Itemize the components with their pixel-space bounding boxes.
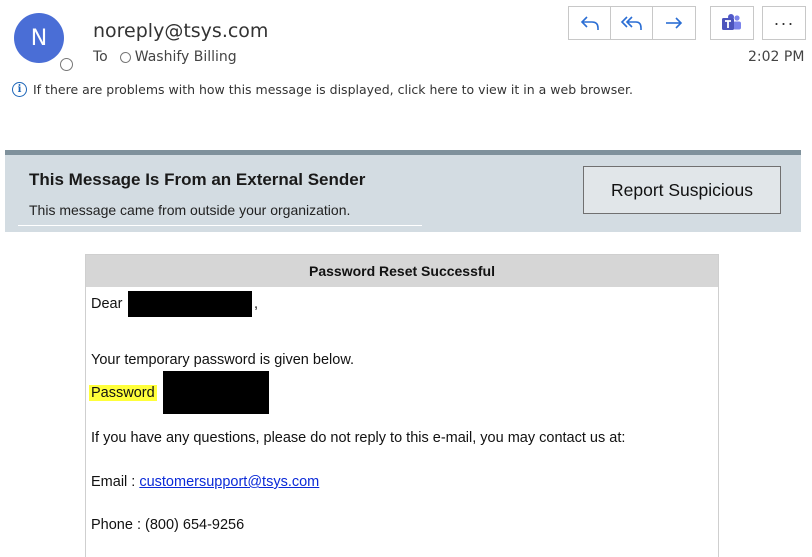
- sender-address[interactable]: noreply@tsys.com: [93, 20, 268, 42]
- received-time: 2:02 PM: [748, 49, 805, 65]
- questions-line: If you have any questions, please do not…: [91, 430, 626, 446]
- recipient-row: To Washify Billing: [93, 49, 237, 65]
- message-action-toolbar: [568, 6, 696, 40]
- reply-all-icon: [620, 16, 642, 30]
- recipient-presence-icon: [119, 51, 131, 63]
- more-actions-button[interactable]: ···: [762, 6, 806, 40]
- banner-title: This Message Is From an External Sender: [29, 170, 366, 189]
- to-label: To: [93, 49, 108, 65]
- report-suspicious-button[interactable]: Report Suspicious: [583, 166, 781, 214]
- email-contact-label: Email :: [91, 474, 140, 490]
- sender-avatar[interactable]: N: [14, 13, 64, 63]
- reply-all-button[interactable]: [611, 7, 653, 39]
- redacted-name: [128, 291, 252, 317]
- more-icon: ···: [773, 12, 795, 33]
- reply-icon: [580, 16, 599, 30]
- teams-button[interactable]: [710, 6, 754, 40]
- info-icon: i: [12, 82, 27, 97]
- redacted-password: [163, 371, 269, 414]
- forward-icon: [666, 17, 683, 29]
- greeting-comma: ,: [254, 296, 259, 312]
- banner-divider: [18, 225, 422, 226]
- forward-button[interactable]: [653, 7, 695, 39]
- presence-status-icon: [60, 58, 73, 71]
- temporary-password-line: Your temporary password is given below.: [91, 352, 355, 368]
- password-label: Password: [89, 385, 157, 401]
- greeting-line: Dear: [91, 296, 122, 312]
- reply-button[interactable]: [569, 7, 611, 39]
- support-email-link[interactable]: customersupport@tsys.com: [139, 474, 319, 490]
- phone-contact-line: Phone : (800) 654-9256: [91, 517, 245, 533]
- recipient-name[interactable]: Washify Billing: [135, 49, 237, 65]
- view-in-browser-notice[interactable]: i If there are problems with how this me…: [12, 82, 633, 97]
- email-heading: Password Reset Successful: [86, 255, 718, 287]
- teams-icon: [722, 14, 741, 30]
- email-contact-line: Email : customersupport@tsys.com: [91, 474, 319, 490]
- info-text[interactable]: If there are problems with how this mess…: [33, 82, 633, 97]
- greeting-text: Dear: [91, 296, 123, 312]
- banner-subtitle: This message came from outside your orga…: [29, 202, 351, 218]
